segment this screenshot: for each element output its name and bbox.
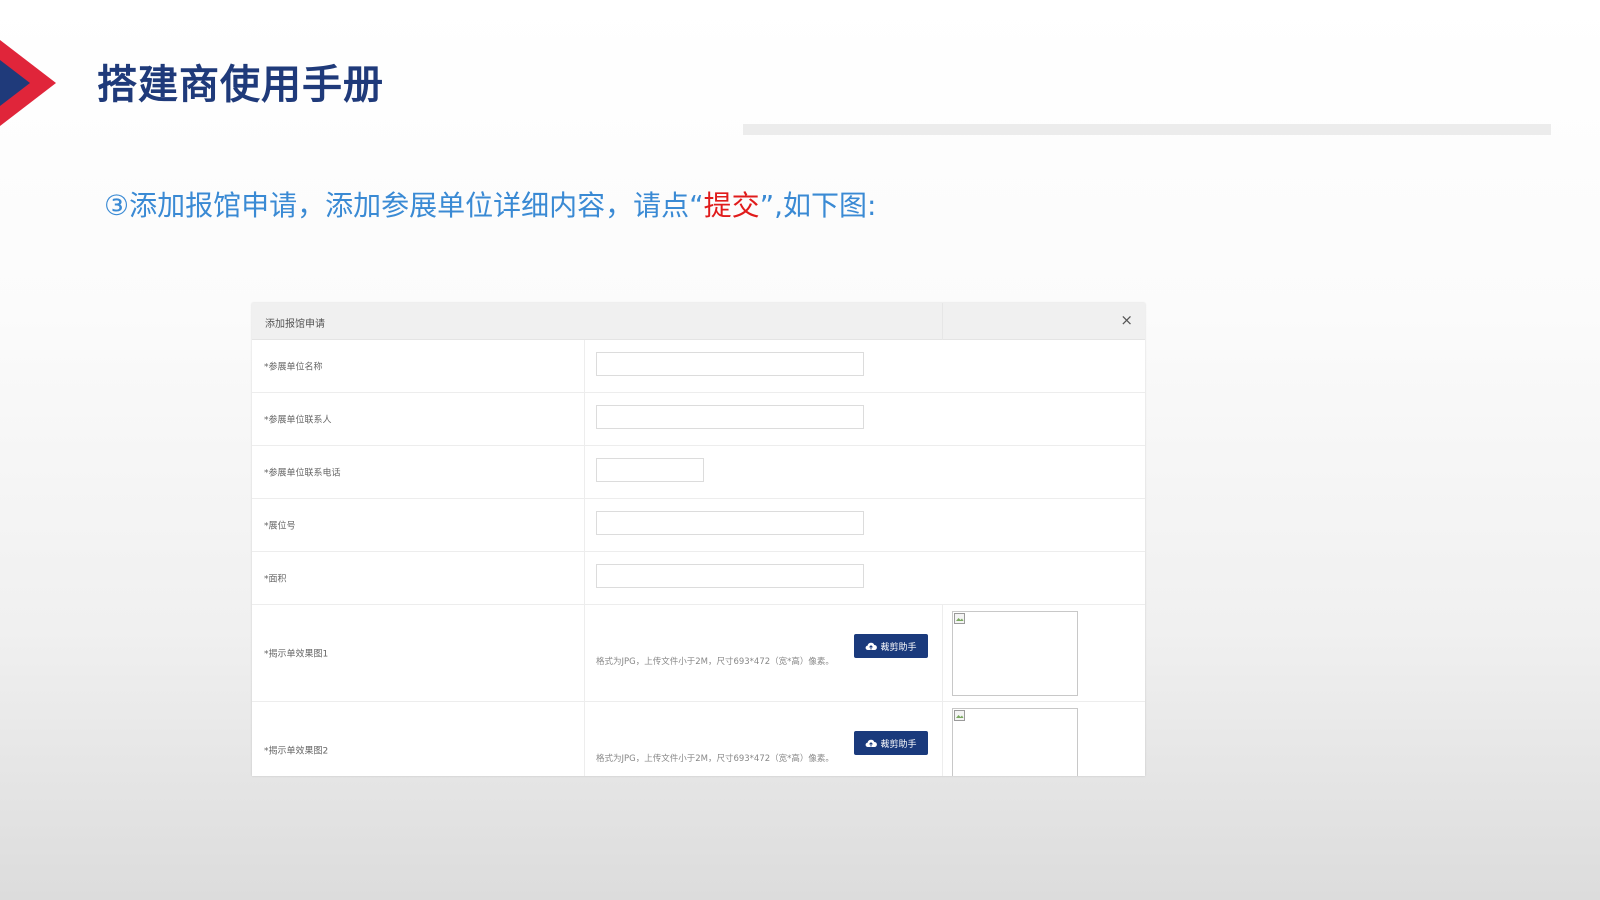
exhibitor-name-label: *参展单位名称 [264, 362, 323, 373]
image-preview-1 [952, 611, 1078, 696]
upload-1-hint: 格式为JPG，上传文件小于2M，尺寸693*472（宽*高）像素。 [596, 657, 834, 667]
upload-2-label: *揭示单效果图2 [264, 746, 329, 757]
crop-helper-label: 裁剪助手 [880, 739, 917, 750]
preview-divider [942, 702, 943, 776]
add-application-dialog: 添加报馆申请 × *参展单位名称 *参展单位联系人 *参展单位联系电话 *展位号… [252, 303, 1145, 776]
close-icon[interactable]: × [1120, 311, 1133, 329]
form-row-exhibitor-name: *参展单位名称 [252, 340, 1145, 393]
label-cell: *参展单位联系人 [252, 393, 585, 445]
cloud-upload-icon [866, 642, 878, 651]
booth-number-input[interactable] [596, 511, 864, 535]
preview-divider [942, 605, 943, 701]
header-divider [942, 303, 943, 340]
logo-arrow-icon [0, 40, 56, 126]
broken-image-icon [954, 710, 965, 721]
cloud-upload-icon [866, 739, 878, 748]
broken-image-icon [954, 613, 965, 624]
instruction-prefix: ③添加报馆申请，添加参展单位详细内容，请点“ [104, 189, 704, 222]
label-cell: *揭示单效果图2 [252, 702, 585, 776]
label-cell: *参展单位联系电话 [252, 446, 585, 498]
dialog-header: 添加报馆申请 × [252, 303, 1145, 340]
title-divider [743, 124, 1551, 135]
form-row-area: *面积 [252, 552, 1145, 605]
contact-phone-label: *参展单位联系电话 [264, 468, 341, 479]
contact-person-label: *参展单位联系人 [264, 415, 332, 426]
area-label: *面积 [264, 574, 287, 585]
label-cell: *揭示单效果图1 [252, 605, 585, 701]
upload-2-hint: 格式为JPG，上传文件小于2M，尺寸693*472（宽*高）像素。 [596, 754, 834, 764]
contact-person-input[interactable] [596, 405, 864, 429]
exhibitor-name-input[interactable] [596, 352, 864, 376]
page-title: 搭建商使用手册 [97, 62, 384, 108]
contact-phone-input[interactable] [596, 458, 704, 482]
crop-helper-button-2[interactable]: 裁剪助手 [854, 731, 928, 755]
crop-helper-button-1[interactable]: 裁剪助手 [854, 634, 928, 658]
upload-1-label: *揭示单效果图1 [264, 649, 329, 660]
form-row-upload-1: *揭示单效果图1 格式为JPG，上传文件小于2M，尺寸693*472（宽*高）像… [252, 605, 1145, 702]
instruction-suffix: ”,如下图: [759, 189, 877, 222]
form-row-contact-person: *参展单位联系人 [252, 393, 1145, 446]
label-cell: *面积 [252, 552, 585, 604]
form-row-booth-number: *展位号 [252, 499, 1145, 552]
instruction-text: ③添加报馆申请，添加参展单位详细内容，请点“提交”,如下图: [104, 184, 876, 224]
form-row-upload-2: *揭示单效果图2 格式为JPG，上传文件小于2M，尺寸693*472（宽*高）像… [252, 702, 1145, 776]
crop-helper-label: 裁剪助手 [880, 642, 917, 653]
booth-number-label: *展位号 [264, 521, 296, 532]
form-row-contact-phone: *参展单位联系电话 [252, 446, 1145, 499]
instruction-highlight: 提交 [703, 189, 760, 222]
label-cell: *展位号 [252, 499, 585, 551]
dialog-title: 添加报馆申请 [265, 319, 325, 330]
area-input[interactable] [596, 564, 864, 588]
label-cell: *参展单位名称 [252, 340, 585, 392]
image-preview-2 [952, 708, 1078, 776]
